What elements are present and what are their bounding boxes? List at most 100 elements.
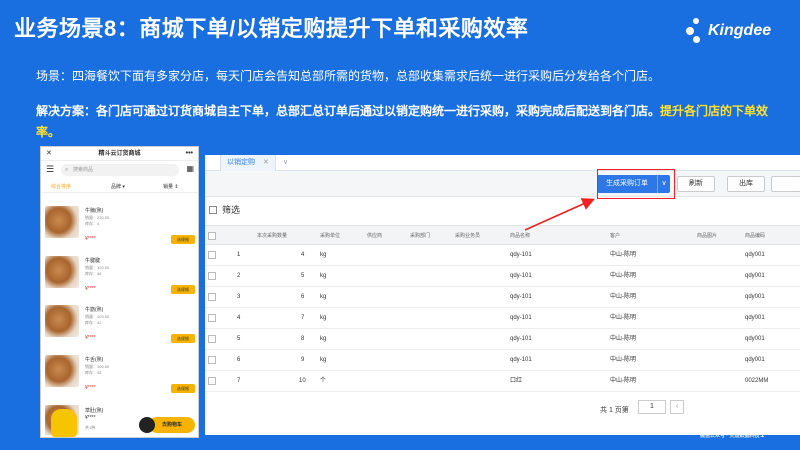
pagination: 共 1 页第 1 ‹ bbox=[600, 400, 684, 415]
highlight-box bbox=[597, 169, 675, 199]
product-stock: 库存：46 bbox=[85, 271, 102, 276]
cart-bar: 草肚(熟) ¥**** 共1种 去购物车 bbox=[41, 405, 198, 437]
watermark-small: 微信公众号 · 火煜数据科技 bbox=[700, 433, 760, 439]
table-row[interactable]: 3 6 kg qdy-101 中山-陈明 qdy001 bbox=[205, 287, 800, 308]
table-row[interactable]: 2 5 kg qdy-101 中山-陈明 qdy001 bbox=[205, 266, 800, 287]
product-name: 牛舌(熟) bbox=[85, 357, 104, 363]
cell-qty: 5 bbox=[301, 273, 305, 279]
page-title: 业务场景8：商城下单/以销定购提升下单和采购效率 bbox=[14, 16, 529, 41]
cell-unit: kg bbox=[320, 315, 327, 321]
purchase-grid: 本次采购数量 采购单位 供应商 采购部门 采购业务员 商品名称 客户 商品图片 … bbox=[205, 225, 800, 392]
page-input[interactable]: 1 bbox=[638, 400, 666, 414]
search-input[interactable]: ⌕ 搜索商品 bbox=[61, 164, 179, 176]
cell-qty: 6 bbox=[301, 294, 305, 300]
product-price: ¥**** bbox=[85, 286, 96, 292]
refresh-button[interactable]: 刷新 bbox=[677, 176, 715, 192]
cell-unit: kg bbox=[320, 294, 327, 300]
table-row[interactable]: 6 9 kg qdy-101 中山-陈明 qdy001 bbox=[205, 350, 800, 371]
kingdee-logo: Kingdee bbox=[684, 18, 771, 44]
qr-scan-icon[interactable]: ▦ bbox=[186, 164, 194, 173]
row-number: 5 bbox=[237, 336, 241, 342]
column-header: 商品图片 bbox=[697, 233, 718, 239]
sort-tabs: 综合排序 品牌 ▾ 销量 ⇕ bbox=[41, 179, 198, 193]
chevron-down-icon[interactable]: ∨ bbox=[283, 155, 288, 171]
row-checkbox[interactable] bbox=[208, 356, 216, 364]
column-header: 供应商 bbox=[367, 233, 383, 239]
close-icon[interactable]: ✕ bbox=[46, 147, 52, 161]
watermark: 火煜 微信公众号 · 火煜数据科技 bbox=[700, 402, 759, 439]
product-price: ¥**** bbox=[85, 385, 96, 391]
mobile-title: 精斗云订货商城 bbox=[98, 151, 141, 157]
row-number: 7 bbox=[237, 378, 241, 384]
row-checkbox[interactable] bbox=[208, 335, 216, 343]
prev-page-icon[interactable]: ‹ bbox=[670, 400, 684, 414]
mobile-header: ✕ 精斗云订货商城 ••• bbox=[41, 147, 198, 161]
cell-qty: 10 bbox=[299, 378, 306, 384]
product-image bbox=[45, 256, 79, 288]
more-button[interactable] bbox=[771, 176, 800, 192]
cell-qty: 8 bbox=[301, 336, 305, 342]
select-all-checkbox[interactable] bbox=[208, 232, 216, 240]
tab-label: 以销定购 bbox=[227, 159, 255, 166]
product-item[interactable]: 牛舌(熟) 销量：100.00 库存：45 ¥**** 选规格 bbox=[41, 352, 198, 402]
product-name: 草肚(熟) bbox=[85, 408, 104, 414]
search-placeholder: 搜索商品 bbox=[73, 167, 94, 173]
search-icon: ⌕ bbox=[65, 167, 69, 173]
solution-body: 解决方案：各门店可通过订货商城自主下单，总部汇总订单后通过以销定购统一进行采购，… bbox=[36, 104, 661, 118]
cell-product: qdy-101 bbox=[510, 315, 532, 321]
row-checkbox[interactable] bbox=[208, 251, 216, 259]
product-name: 牛腱腱 bbox=[85, 258, 101, 264]
row-checkbox[interactable] bbox=[208, 377, 216, 385]
select-spec-button[interactable]: 选规格 bbox=[171, 384, 195, 393]
cell-unit: 个 bbox=[320, 378, 327, 384]
toolbar: 生成采购订单 ∨ 刷新 出库 bbox=[205, 171, 800, 197]
cell-product: qdy-101 bbox=[510, 336, 532, 342]
cell-code: qdy001 bbox=[745, 252, 765, 258]
table-row[interactable]: 7 10 个 口红 中山-陈明 0022MM bbox=[205, 371, 800, 392]
filter-expand-icon[interactable] bbox=[209, 205, 217, 214]
product-item[interactable]: 牛腩(熟) 销量：220.00 库存：4 ¥**** 选规格 bbox=[41, 203, 198, 253]
go-to-cart-button[interactable]: 去购物车 bbox=[139, 417, 195, 433]
column-header: 本次采购数量 bbox=[257, 233, 288, 239]
row-checkbox[interactable] bbox=[208, 314, 216, 322]
row-number: 4 bbox=[237, 315, 241, 321]
product-stock: 库存：42 bbox=[85, 320, 102, 325]
row-checkbox[interactable] bbox=[208, 293, 216, 301]
more-icon[interactable]: ••• bbox=[186, 147, 193, 161]
cell-customer: 中山-陈明 bbox=[610, 378, 636, 384]
column-header: 采购部门 bbox=[410, 233, 431, 239]
product-item[interactable]: 牛筋(熟) 销量：103.00 库存：42 ¥**** 选规格 bbox=[41, 302, 198, 352]
product-image bbox=[45, 206, 79, 238]
table-row[interactable]: 4 7 kg qdy-101 中山-陈明 qdy001 bbox=[205, 308, 800, 329]
row-number: 2 bbox=[237, 273, 241, 279]
cell-code: qdy001 bbox=[745, 336, 765, 342]
filter-bar[interactable]: 筛选 bbox=[205, 200, 800, 220]
cell-code: qdy001 bbox=[745, 294, 765, 300]
tab-sort-default[interactable]: 综合排序 bbox=[51, 183, 71, 190]
page-number: 1 bbox=[760, 430, 765, 439]
cell-code: qdy001 bbox=[745, 273, 765, 279]
grid-header: 本次采购数量 采购单位 供应商 采购部门 采购业务员 商品名称 客户 商品图片 … bbox=[205, 225, 800, 245]
cell-unit: kg bbox=[320, 273, 327, 279]
mascot-icon bbox=[51, 409, 77, 437]
select-spec-button[interactable]: 选规格 bbox=[171, 334, 195, 343]
tab-sales-based-purchase[interactable]: 以销定购 ✕ bbox=[221, 155, 276, 171]
filter-label: 筛选 bbox=[222, 205, 241, 215]
tab-sales[interactable]: 销量 ⇕ bbox=[163, 183, 179, 190]
close-tab-icon[interactable]: ✕ bbox=[263, 159, 269, 166]
outbound-button[interactable]: 出库 bbox=[727, 176, 765, 192]
cell-product: qdy-101 bbox=[510, 294, 532, 300]
logo-text: Kingdee bbox=[708, 22, 772, 39]
select-spec-button[interactable]: 选规格 bbox=[171, 235, 195, 244]
product-item[interactable]: 牛腱腱 销量：120.00 库存：46 ¥**** 选规格 bbox=[41, 253, 198, 303]
home-tab[interactable] bbox=[205, 155, 221, 171]
cell-qty: 4 bbox=[301, 252, 305, 258]
row-checkbox[interactable] bbox=[208, 272, 216, 280]
tab-brand[interactable]: 品牌 ▾ bbox=[111, 183, 125, 190]
kingdee-dots-icon bbox=[684, 18, 706, 44]
table-row[interactable]: 1 4 kg qdy-101 中山-陈明 qdy001 bbox=[205, 245, 800, 266]
menu-icon[interactable]: ☰ bbox=[46, 164, 54, 175]
select-spec-button[interactable]: 选规格 bbox=[171, 285, 195, 294]
table-row[interactable]: 5 8 kg qdy-101 中山-陈明 qdy001 bbox=[205, 329, 800, 350]
product-stock: 库存：4 bbox=[85, 221, 100, 226]
